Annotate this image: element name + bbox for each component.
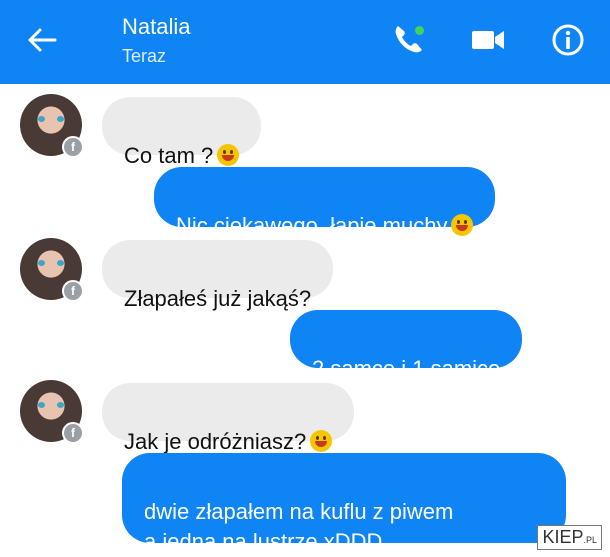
info-button[interactable]: [546, 20, 590, 60]
facebook-badge-icon: f: [62, 422, 84, 444]
online-indicator: [415, 26, 424, 35]
contact-avatar[interactable]: f: [20, 94, 84, 158]
message-text: Jak je odróżniasz?: [124, 429, 307, 454]
info-icon: [552, 24, 584, 56]
outgoing-message-bubble[interactable]: 2 samce i 1 samicę: [290, 310, 523, 381]
message-text: 2 samce i 1 samicę: [312, 356, 501, 381]
outgoing-message-bubble[interactable]: dwie złapałem na kuflu z piwem a jedną n…: [122, 453, 566, 554]
video-call-button[interactable]: [466, 20, 510, 60]
grinning-emoji-icon: [217, 144, 240, 166]
chat-header: Natalia Teraz: [0, 0, 610, 84]
contact-status: Teraz: [122, 46, 167, 66]
message-text: Złapałeś już jakąś?: [124, 286, 312, 311]
contact-name: Natalia: [122, 14, 191, 39]
contact-avatar[interactable]: f: [20, 380, 84, 444]
tongue-out-emoji-icon: [451, 214, 474, 236]
facebook-badge-icon: f: [62, 280, 84, 302]
call-button[interactable]: [386, 20, 430, 60]
incoming-message-bubble[interactable]: Jak je odróżniasz?: [102, 383, 355, 454]
facebook-badge-icon: f: [62, 136, 84, 158]
message-text: Co tam ?: [124, 143, 214, 168]
video-camera-icon: [472, 31, 504, 49]
incoming-message-bubble[interactable]: Złapałeś już jakąś?: [102, 240, 334, 311]
back-arrow-icon: [28, 28, 57, 52]
contact-avatar[interactable]: f: [20, 238, 84, 302]
grinning-emoji-icon: [310, 430, 333, 452]
outgoing-message-bubble[interactable]: Nic ciekawego, łapie muchy: [154, 167, 496, 238]
back-button[interactable]: [22, 22, 62, 58]
message-text: dwie złapałem na kuflu z piwem a jedną n…: [144, 499, 454, 554]
message-text: Nic ciekawego, łapie muchy: [176, 213, 448, 238]
incoming-message-bubble[interactable]: Co tam ?: [102, 97, 262, 168]
site-watermark: KIEP.PL: [537, 525, 602, 550]
